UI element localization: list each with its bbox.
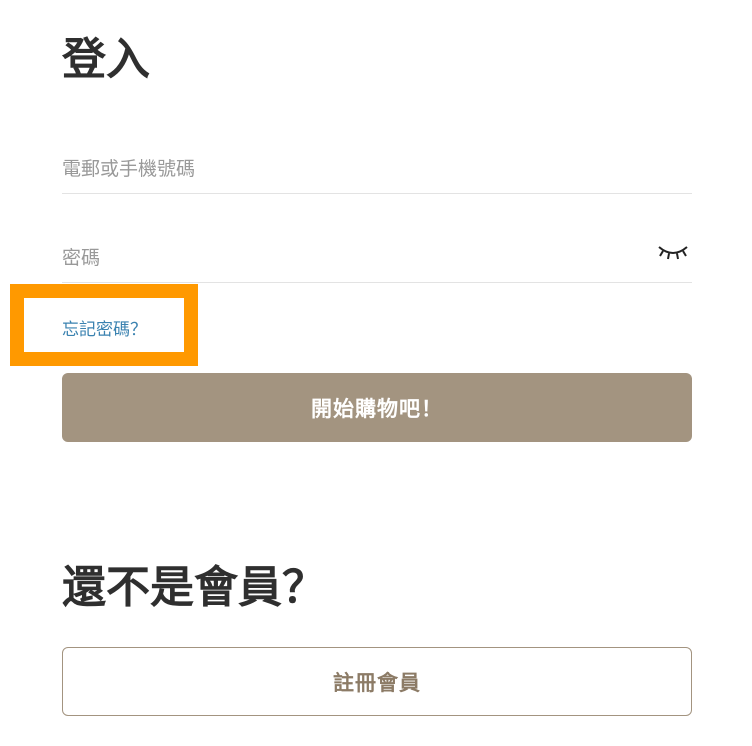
forgot-password-link[interactable]: 忘記密碼？ [62, 318, 147, 342]
eye-closed-icon[interactable] [656, 236, 690, 266]
start-shopping-button[interactable]: 開始購物吧！ [62, 373, 692, 442]
password-input[interactable] [62, 234, 692, 282]
register-button[interactable]: 註冊會員 [62, 647, 692, 716]
email-field-wrapper [62, 145, 692, 194]
password-field-wrapper [62, 234, 692, 283]
email-input[interactable] [62, 145, 692, 193]
signup-title: 還不是會員？ [62, 562, 326, 613]
login-title: 登入 [62, 34, 150, 85]
